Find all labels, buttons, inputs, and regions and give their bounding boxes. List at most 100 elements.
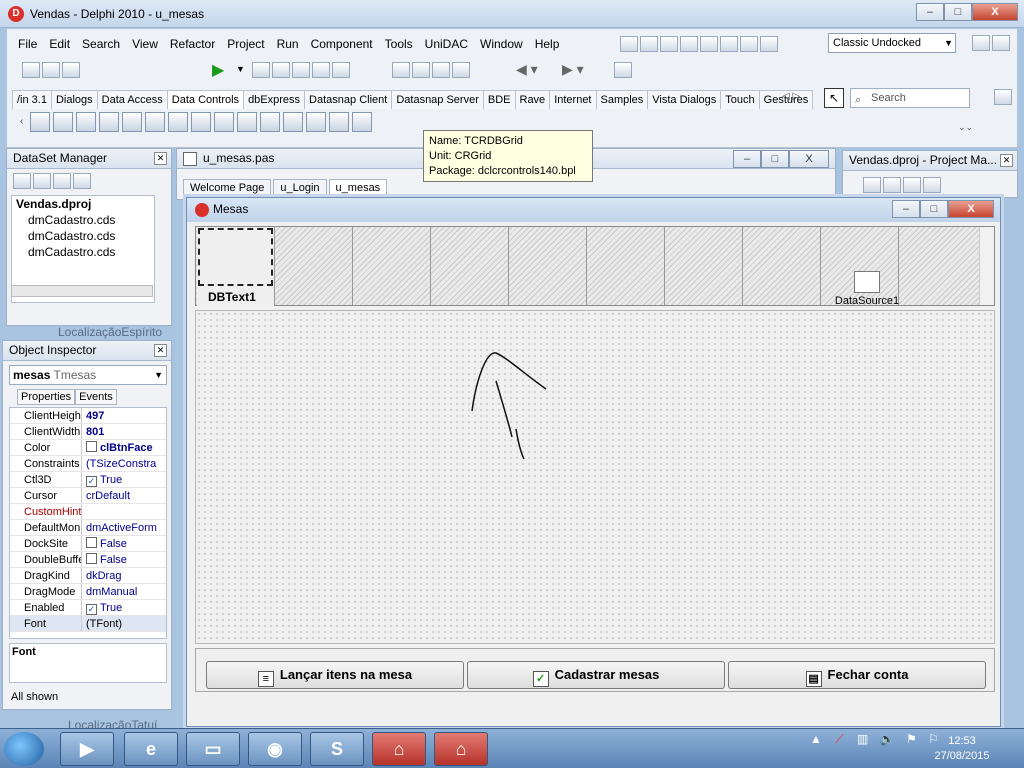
tab-properties[interactable]: Properties <box>17 389 76 405</box>
new-icon[interactable] <box>883 177 901 193</box>
app-tray-icon[interactable]: ⟋ <box>835 732 843 746</box>
property-row[interactable]: ClientHeight 497 <box>10 408 166 424</box>
network-icon[interactable]: ▥ <box>857 732 868 746</box>
tab-events[interactable]: Events <box>75 389 117 405</box>
open-project-icon[interactable] <box>42 62 60 78</box>
maximize-button[interactable]: □ <box>944 3 972 21</box>
help-book-icon[interactable] <box>614 62 634 78</box>
align-right-icon[interactable] <box>660 36 678 52</box>
dbrichedit-icon[interactable] <box>306 112 326 132</box>
db-ctrl-grid[interactable]: DBText1 DataSource1 <box>195 226 995 307</box>
palette-tab[interactable]: Vista Dialogs <box>647 90 722 109</box>
property-value[interactable]: crDefault <box>82 488 166 503</box>
palette-tab[interactable]: Data Access <box>96 90 168 109</box>
palette-tab[interactable]: Rave <box>514 90 551 109</box>
palette-tab[interactable]: Datasnap Server <box>391 90 484 109</box>
menu-component[interactable]: Component <box>305 36 379 52</box>
property-value[interactable]: clBtnFace <box>100 442 153 454</box>
new-form-icon[interactable] <box>452 62 470 78</box>
dbmemo-icon[interactable] <box>122 112 142 132</box>
tree-item[interactable]: dmCadastro.cds <box>12 244 154 260</box>
property-value[interactable]: (TSizeConstra <box>82 456 166 471</box>
grid-vertical-scrollbar[interactable] <box>979 227 994 305</box>
menu-run[interactable]: Run <box>271 36 305 52</box>
menu-refactor[interactable]: Refactor <box>164 36 221 52</box>
palette-scroll-icon[interactable]: ◁ ▷ <box>782 91 800 102</box>
menu-file[interactable]: File <box>12 36 43 52</box>
palette-tab-active[interactable]: Data Controls <box>166 90 245 109</box>
view-unit-icon[interactable] <box>392 62 410 78</box>
tree-item[interactable]: dmCadastro.cds <box>12 228 154 244</box>
dbctrlgrid-icon[interactable] <box>329 112 349 132</box>
dblookuplist-icon[interactable] <box>260 112 280 132</box>
tree-item[interactable]: dmCadastro.cds <box>12 212 154 228</box>
form-design-surface[interactable] <box>195 310 995 644</box>
property-value[interactable]: dmManual <box>82 584 166 599</box>
dbradiogroup-icon[interactable] <box>237 112 257 132</box>
palette-tab[interactable]: Datasnap Client <box>304 90 393 109</box>
property-value[interactable]: 801 <box>82 424 166 439</box>
tab-welcome-page[interactable]: Welcome Page <box>183 179 272 197</box>
property-row[interactable]: ClientWidth 801 <box>10 424 166 440</box>
menu-help[interactable]: Help <box>529 36 566 52</box>
datasource-component[interactable]: DataSource1 <box>832 271 902 307</box>
menu-edit[interactable]: Edit <box>43 36 76 52</box>
close-icon[interactable]: ✕ <box>1000 154 1013 167</box>
crdbgrid-icon[interactable] <box>352 112 372 132</box>
cadastrar-mesas-button[interactable]: ✓ Cadastrar mesas <box>467 661 725 689</box>
menu-window[interactable]: Window <box>474 36 529 52</box>
save-all-icon[interactable] <box>62 62 80 78</box>
strip-left-icon[interactable]: ‹ <box>20 116 23 127</box>
property-row[interactable]: CustomHint <box>10 504 166 520</box>
property-value[interactable]: 497 <box>82 408 166 423</box>
taskbar-clock[interactable]: 12:53 27/08/2015 <box>932 734 992 764</box>
tab-u-login[interactable]: u_Login <box>273 179 327 197</box>
palette-tab[interactable]: BDE <box>482 90 516 109</box>
toggle-form-icon[interactable] <box>432 62 450 78</box>
property-value[interactable]: dkDrag <box>82 568 166 583</box>
menu-view[interactable]: View <box>126 36 164 52</box>
minimize-button[interactable]: – <box>892 200 920 218</box>
property-row[interactable]: Constraints (TSizeConstra <box>10 456 166 472</box>
run-icon[interactable]: ▶ <box>212 60 224 80</box>
run-dropdown-icon[interactable]: ▼ <box>236 64 245 74</box>
align-center-icon[interactable] <box>640 36 658 52</box>
minimize-button[interactable]: – <box>916 3 944 21</box>
palette-tab[interactable]: Internet <box>549 90 597 109</box>
close-button[interactable]: X <box>948 200 994 218</box>
menu-search[interactable]: Search <box>76 36 126 52</box>
desktop-layout-select[interactable]: Classic Undocked ▼ <box>828 33 956 53</box>
dblookupcombo-icon[interactable] <box>283 112 303 132</box>
property-row[interactable]: Color clBtnFace <box>10 440 166 456</box>
start-button[interactable] <box>4 732 44 766</box>
menu-tools[interactable]: Tools <box>379 36 419 52</box>
property-value[interactable]: (TFont) <box>82 616 166 631</box>
pause-icon[interactable] <box>252 62 270 78</box>
trace-into-icon[interactable] <box>292 62 310 78</box>
property-row[interactable]: Enabled ✓ True <box>10 600 166 616</box>
palette-options-icon[interactable] <box>994 89 1014 105</box>
delphi-app-taskbar-icon[interactable]: ⌂ <box>434 732 488 766</box>
component-selector[interactable]: mesas Tmesas ▼ <box>9 365 167 385</box>
property-row[interactable]: DragMode dmManual <box>10 584 166 600</box>
action-center-icon[interactable]: ⚑ <box>906 732 917 746</box>
property-row-selected[interactable]: Font (TFont) <box>10 616 166 632</box>
space-equal-icon[interactable] <box>740 36 758 52</box>
edit-dataset-icon[interactable] <box>33 173 51 189</box>
palette-tab[interactable]: Samples <box>595 90 649 109</box>
dbtext-icon[interactable] <box>76 112 96 132</box>
forward-icon[interactable]: ▶ ▾ <box>562 61 584 78</box>
property-row[interactable]: DragKind dkDrag <box>10 568 166 584</box>
menu-project[interactable]: Project <box>221 36 270 52</box>
minimize-button[interactable]: – <box>733 150 761 168</box>
close-icon[interactable]: ✕ <box>154 344 167 357</box>
checkbox-icon[interactable] <box>86 553 97 564</box>
menu-unidac[interactable]: UniDAC <box>419 36 474 52</box>
chrome-icon[interactable]: ◉ <box>248 732 302 766</box>
media-player-icon[interactable]: ▶ <box>60 732 114 766</box>
activate-icon[interactable] <box>863 177 881 193</box>
palette-tab[interactable]: dbExpress <box>243 90 306 109</box>
dbtext-component[interactable]: DBText1 <box>197 227 274 306</box>
property-row[interactable]: DockSite False <box>10 536 166 552</box>
align-bottom-icon[interactable] <box>720 36 738 52</box>
